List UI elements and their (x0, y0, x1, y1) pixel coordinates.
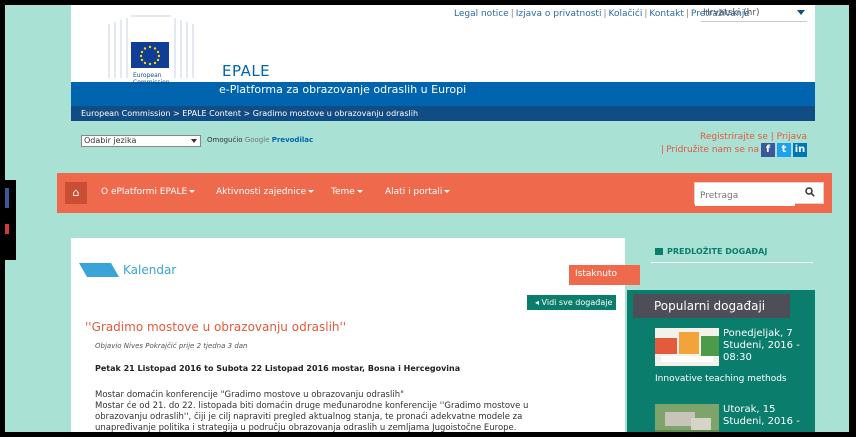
side-google-tab[interactable] (5, 224, 9, 234)
screen-border (0, 0, 856, 5)
cookies-link[interactable]: Kolačići (609, 9, 643, 19)
featured-tab[interactable]: Istaknuto (569, 265, 640, 285)
event-body-line: Mostar će od 21. do 22. listopada biti d… (95, 401, 529, 411)
popular-events-title: Popularni događaji (633, 294, 790, 318)
event-body-line: obrazovanju odraslih'', čiji je cilj nap… (95, 412, 523, 422)
account-links: Registrirajte se | Prijava (700, 132, 807, 142)
breadcrumb: European Commission > EPALE Content > Gr… (71, 106, 815, 121)
chevron-down-icon (191, 139, 197, 143)
posted-by: Objavio Nives Pokrajčić prije 2 tjedna 3… (95, 342, 248, 350)
social-join-row: | Pridružite nam se na f t in (661, 143, 807, 157)
linkedin-icon[interactable]: in (793, 143, 807, 157)
search-icon[interactable] (805, 187, 815, 200)
screen-border (0, 432, 856, 437)
language-select-value: Hrvatski (hr) (703, 8, 760, 18)
nav-item-label: Alati i portali (385, 187, 443, 197)
search-box (694, 182, 824, 206)
comment-icon (655, 248, 663, 255)
chevron-down-icon (444, 190, 451, 193)
legal-notice-link[interactable]: Legal notice (454, 9, 509, 19)
list-item[interactable]: Ponedjeljak, 7 Studeni, 2016 - 08:30 Inn… (655, 328, 815, 388)
nav-item-themes[interactable]: Teme (331, 187, 363, 197)
calendar-tab-shape (79, 263, 119, 277)
chevron-down-icon (356, 190, 363, 193)
event-body-line: Mostar domaćin konferencije "Gradimo mos… (95, 390, 405, 400)
translate-select-value: Odabir jezika (84, 136, 137, 145)
twitter-icon[interactable]: t (777, 143, 791, 157)
event-date: Utorak, 15 Studeni, 2016 - (723, 404, 800, 427)
language-select[interactable]: Hrvatski (hr) (701, 8, 807, 22)
contact-link[interactable]: Kontakt (649, 9, 683, 19)
search-input[interactable] (695, 186, 795, 206)
google-translate-note: Omogućio Google Prevodilac (207, 136, 313, 144)
breadcrumb-text[interactable]: European Commission > EPALE Content > Gr… (81, 109, 418, 118)
chevron-down-icon (189, 190, 196, 193)
main-nav: ⌂ O ePlatformi EPALE Aktivnosti zajednic… (57, 173, 832, 213)
join-text: Pridružite nam se na (666, 145, 759, 155)
side-facebook-tab[interactable] (5, 188, 9, 208)
powered-by-text: Omogućio (207, 136, 243, 144)
site-header: European Commission EPALE e-Platforma za… (71, 0, 815, 121)
page-frame: European Commission EPALE e-Platforma za… (5, 0, 849, 437)
european-commission-logo[interactable]: European Commission (91, 14, 199, 90)
translate-link[interactable]: Prevodilac (272, 136, 313, 144)
chevron-down-icon (797, 10, 805, 15)
propose-event-link[interactable]: PREDLOŽITE DOGAĐAJ (655, 247, 767, 256)
nav-item-community[interactable]: Aktivnosti zajednice (216, 187, 315, 197)
event-thumbnail[interactable] (655, 328, 719, 366)
divider (651, 262, 813, 263)
nav-item-about[interactable]: O ePlatformi EPALE (101, 187, 196, 197)
side-share-tabs (5, 180, 16, 260)
chevron-down-icon (308, 190, 315, 193)
event-link[interactable]: Innovative teaching methods (655, 374, 787, 384)
event-date: Ponedjeljak, 7 Studeni, 2016 - 08:30 (723, 328, 800, 363)
home-icon[interactable]: ⌂ (65, 182, 87, 204)
facebook-icon[interactable]: f (761, 143, 775, 157)
privacy-link[interactable]: Izjava o privatnosti (516, 9, 602, 19)
nav-item-label: Teme (331, 187, 355, 197)
site-subtitle: e-Platforma za obrazovanje odraslih u Eu… (219, 83, 467, 96)
propose-event-label: PREDLOŽITE DOGAĐAJ (667, 247, 768, 256)
login-link[interactable]: Prijava (777, 132, 807, 142)
event-title: ''Gradimo mostove u obrazovanju odraslih… (85, 320, 347, 334)
nav-item-label: O ePlatformi EPALE (101, 187, 188, 197)
site-title[interactable]: EPALE (222, 62, 270, 80)
screen-border (849, 0, 856, 437)
nav-item-tools[interactable]: Alati i portali (385, 187, 451, 197)
screen-border (0, 0, 5, 437)
section-title: Kalendar (123, 263, 177, 277)
event-body: Mostar domaćin konferencije "Gradimo mos… (95, 390, 595, 434)
event-dates: Petak 21 Listopad 2016 to Subota 22 List… (95, 364, 461, 373)
eu-flag-icon (131, 42, 169, 68)
main-content: Kalendar Istaknuto ◂ Vidi sve događaje '… (71, 238, 640, 437)
register-link[interactable]: Registrirajte se (700, 132, 768, 142)
ec-logo-text: European Commission (133, 72, 170, 86)
nav-item-label: Aktivnosti zajednice (216, 187, 307, 197)
view-all-events-button[interactable]: ◂ Vidi sve događaje (527, 295, 616, 310)
google-brand: Google (244, 136, 270, 144)
translate-language-select[interactable]: Odabir jezika (81, 135, 201, 147)
